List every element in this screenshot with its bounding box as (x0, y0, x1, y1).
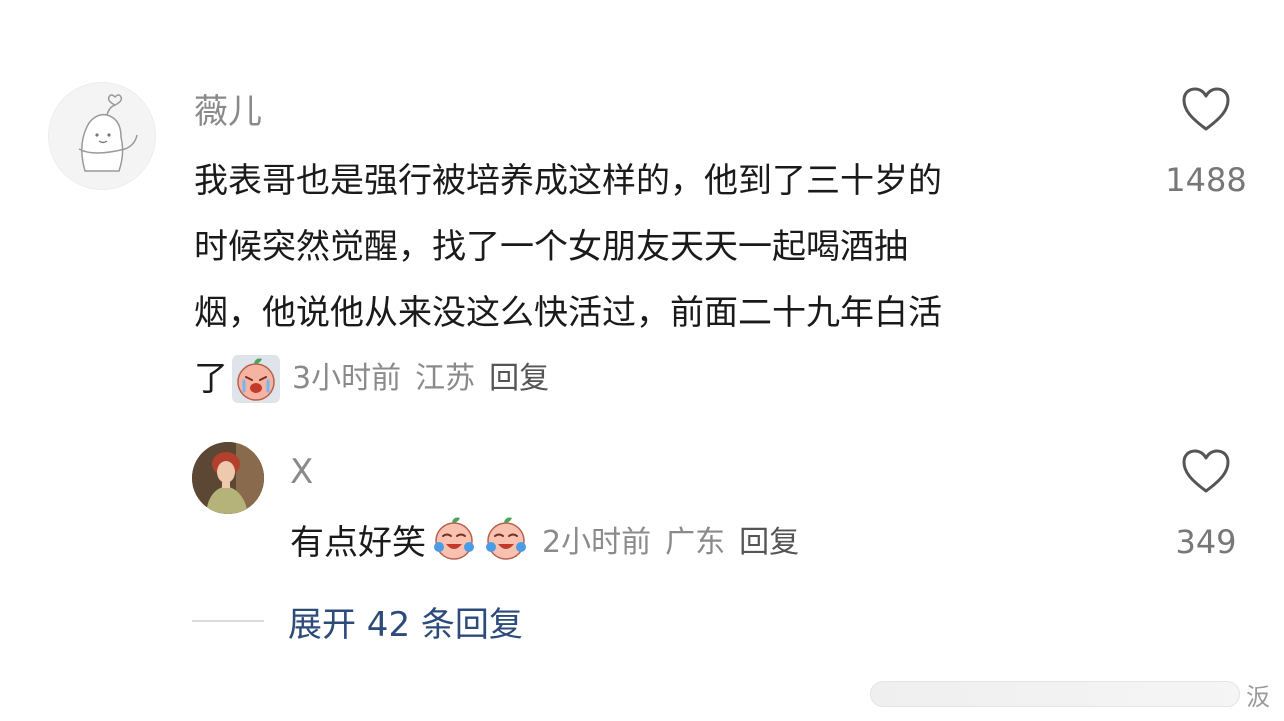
expand-replies-button[interactable]: 展开 42 条回复 (288, 597, 523, 646)
comment-body: 我表哥也是强行被培养成这样的，他到了三十岁的 时候突然觉醒，找了一个女朋友天天一… (194, 148, 1124, 412)
comment-thread: 薇儿 我表哥也是强行被培养成这样的，他到了三十岁的 时候突然觉醒，找了一个女朋友… (0, 0, 1284, 721)
like-count: 1488 (1165, 161, 1247, 199)
comment-text-line: 烟，他说他从来没这么快活过，前面二十九年白活 (194, 293, 942, 333)
reply-time: 2小时前 (542, 525, 652, 560)
like-block: 1488 (1151, 86, 1261, 200)
laughing-tears-emoji-icon (482, 515, 530, 563)
comment-location: 江苏 (415, 361, 476, 396)
reply-button[interactable]: 回复 (489, 346, 549, 412)
crying-face-emoji-icon (232, 355, 280, 403)
comment-text-line: 了 (194, 359, 228, 399)
reply-location: 广东 (665, 525, 726, 560)
comment-last-line: 了 3小时前 江苏 回复 (194, 346, 1124, 412)
watermark-char: 汳 (1246, 682, 1270, 711)
expand-replies-row: 展开 42 条回复 (192, 596, 523, 646)
comment-text-line: 我表哥也是强行被培养成这样的，他到了三十岁的 (194, 161, 942, 201)
username[interactable]: 薇儿 (194, 92, 262, 132)
avatar[interactable] (48, 82, 156, 190)
like-block: 349 (1151, 448, 1261, 562)
avatar-illustration (49, 83, 155, 189)
comment-time: 3小时前 (292, 361, 402, 396)
heart-outline-icon[interactable] (1181, 86, 1231, 132)
avatar-photo (192, 442, 264, 514)
watermark: 汳 (870, 674, 1270, 714)
laughing-tears-emoji-icon (430, 515, 478, 563)
reply-body: 有点好笑 2小时前 广东 回复 (290, 506, 799, 572)
reply-button[interactable]: 回复 (739, 517, 799, 561)
divider (192, 620, 264, 622)
avatar[interactable] (192, 442, 264, 514)
watermark-pill (870, 681, 1240, 707)
comment-text-line: 时候突然觉醒，找了一个女朋友天天一起喝酒抽 (194, 227, 908, 267)
username[interactable]: X (290, 452, 313, 492)
reply-text: 有点好笑 (290, 522, 426, 563)
like-count: 349 (1175, 523, 1237, 561)
heart-outline-icon[interactable] (1181, 448, 1231, 494)
